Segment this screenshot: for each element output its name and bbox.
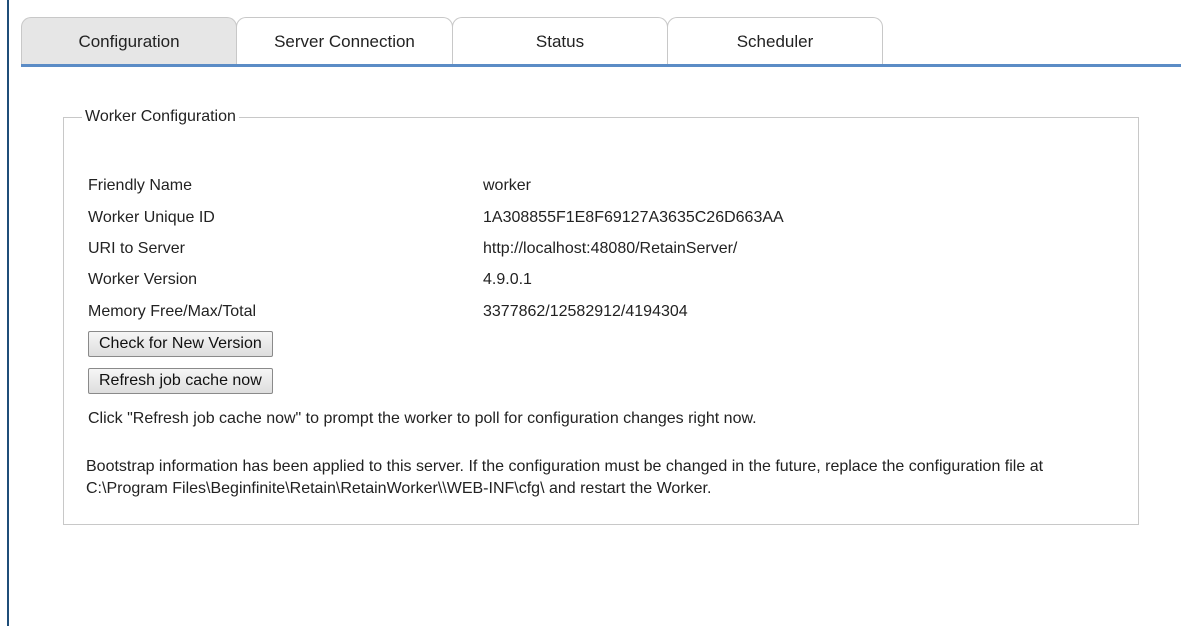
worker-config-page: Configuration Server Connection Status S… xyxy=(0,0,1192,626)
tab-server-connection[interactable]: Server Connection xyxy=(236,17,453,65)
tab-status[interactable]: Status xyxy=(452,17,668,65)
worker-configuration-group: Worker Configuration Friendly Name worke… xyxy=(63,108,1139,525)
tab-server-connection-label: Server Connection xyxy=(274,31,415,51)
left-border xyxy=(7,0,9,626)
worker-unique-id-value: 1A308855F1E8F69127A3635C26D663AA xyxy=(483,209,784,226)
tab-configuration-label: Configuration xyxy=(78,31,180,51)
worker-configuration-legend: Worker Configuration xyxy=(85,108,236,125)
tab-scheduler[interactable]: Scheduler xyxy=(667,17,883,65)
uri-to-server-label: URI to Server xyxy=(88,240,185,257)
check-new-version-button[interactable]: Check for New Version xyxy=(88,331,273,357)
uri-to-server-value: http://localhost:48080/RetainServer/ xyxy=(483,240,738,257)
refresh-help-text: Click "Refresh job cache now" to prompt … xyxy=(88,410,757,427)
worker-unique-id-label: Worker Unique ID xyxy=(88,209,215,226)
tab-status-label: Status xyxy=(535,31,585,51)
bootstrap-info-text: Bootstrap information has been applied t… xyxy=(86,458,1044,497)
worker-version-label: Worker Version xyxy=(88,271,198,288)
tab-bar: Configuration Server Connection Status S… xyxy=(21,17,1181,67)
memory-value: 3377862/12582912/4194304 xyxy=(483,303,688,320)
memory-label: Memory Free/Max/Total xyxy=(88,303,257,320)
worker-version-value: 4.9.0.1 xyxy=(483,271,532,288)
tab-configuration[interactable]: Configuration xyxy=(21,17,237,65)
tab-underline xyxy=(21,64,1181,67)
friendly-name-label: Friendly Name xyxy=(88,177,193,194)
refresh-job-cache-button[interactable]: Refresh job cache now xyxy=(88,368,273,394)
tab-scheduler-label: Scheduler xyxy=(736,31,814,51)
friendly-name-value: worker xyxy=(483,177,532,194)
